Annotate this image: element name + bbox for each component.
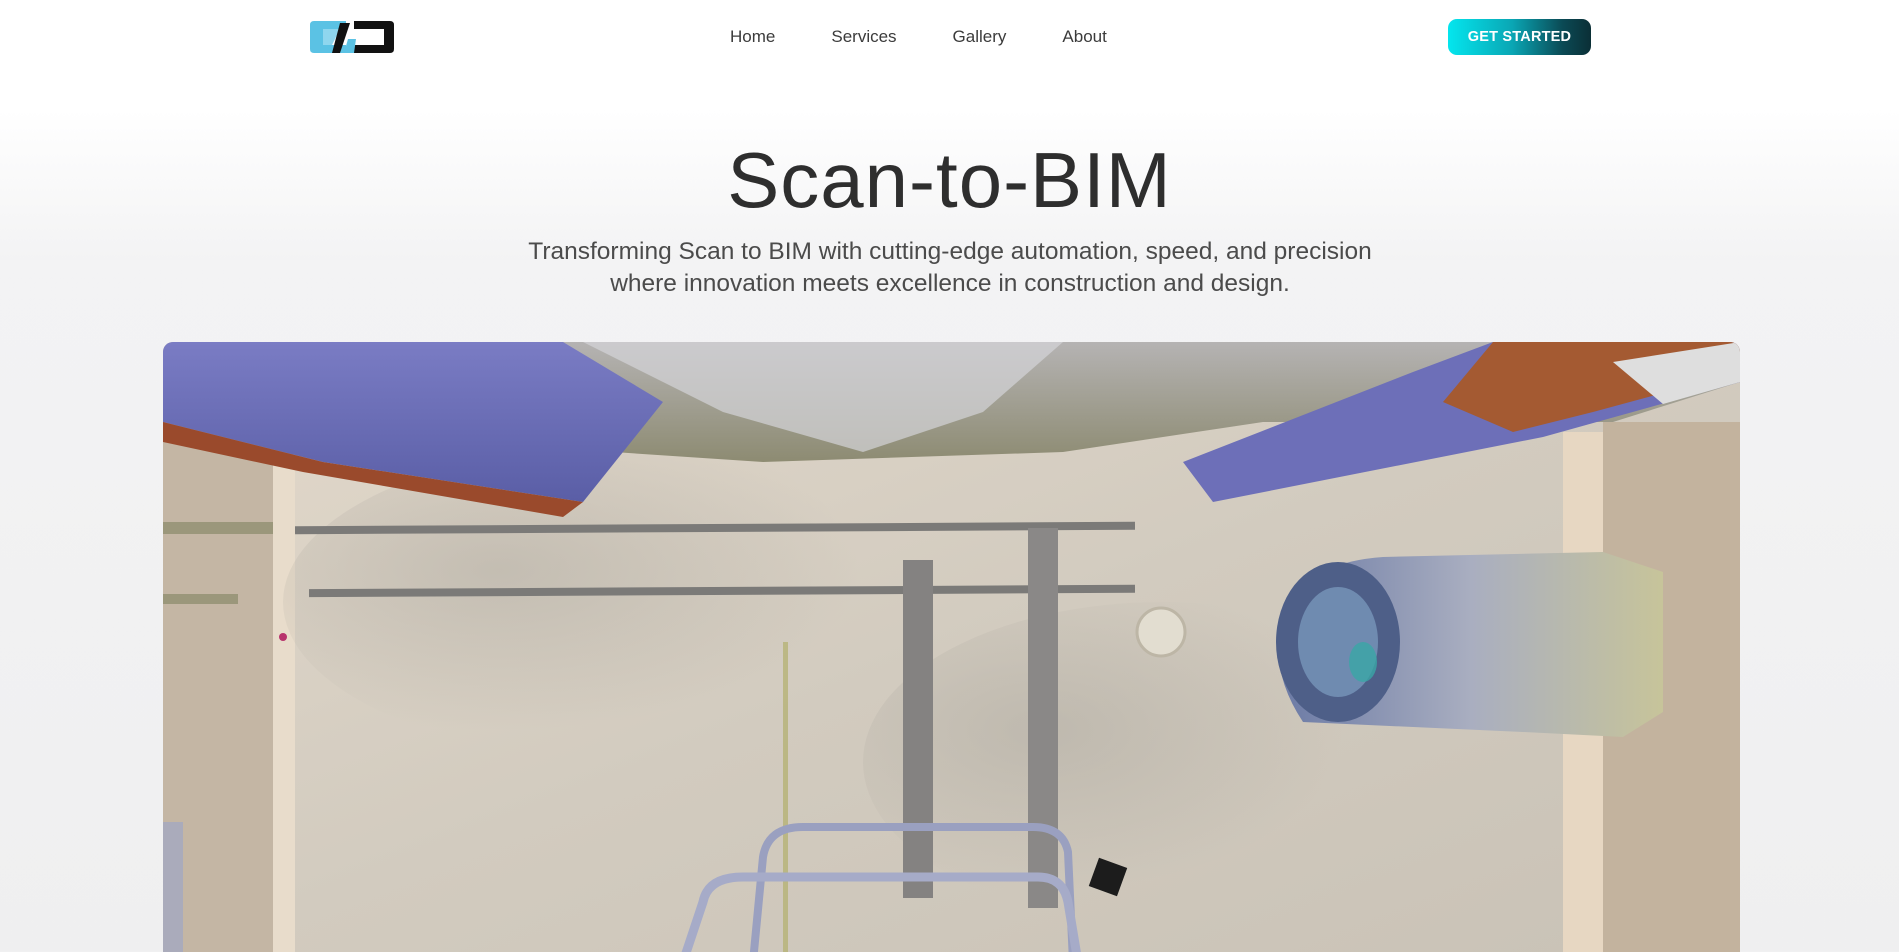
hero-subtitle: Transforming Scan to BIM with cutting-ed…	[450, 236, 1450, 300]
top-navigation: Home Services Gallery About GET STARTED	[0, 0, 1899, 74]
hero-video[interactable]	[163, 342, 1740, 952]
nav-home[interactable]: Home	[730, 26, 775, 48]
get-started-button[interactable]: GET STARTED	[1448, 19, 1591, 55]
nav-about[interactable]: About	[1062, 26, 1106, 48]
point-cloud-scan-image	[163, 342, 1740, 952]
nav-gallery[interactable]: Gallery	[953, 26, 1007, 48]
nav-services[interactable]: Services	[831, 26, 896, 48]
hero-title: Scan-to-BIM	[727, 136, 1172, 224]
logo-icon	[310, 21, 394, 53]
main-menu: Home Services Gallery About	[730, 26, 1107, 48]
hero-subtitle-line-1: Transforming Scan to BIM with cutting-ed…	[528, 238, 1372, 265]
hero-subtitle-line-2: where innovation meets excellence in con…	[610, 270, 1290, 297]
cvd-logo[interactable]	[310, 19, 394, 55]
